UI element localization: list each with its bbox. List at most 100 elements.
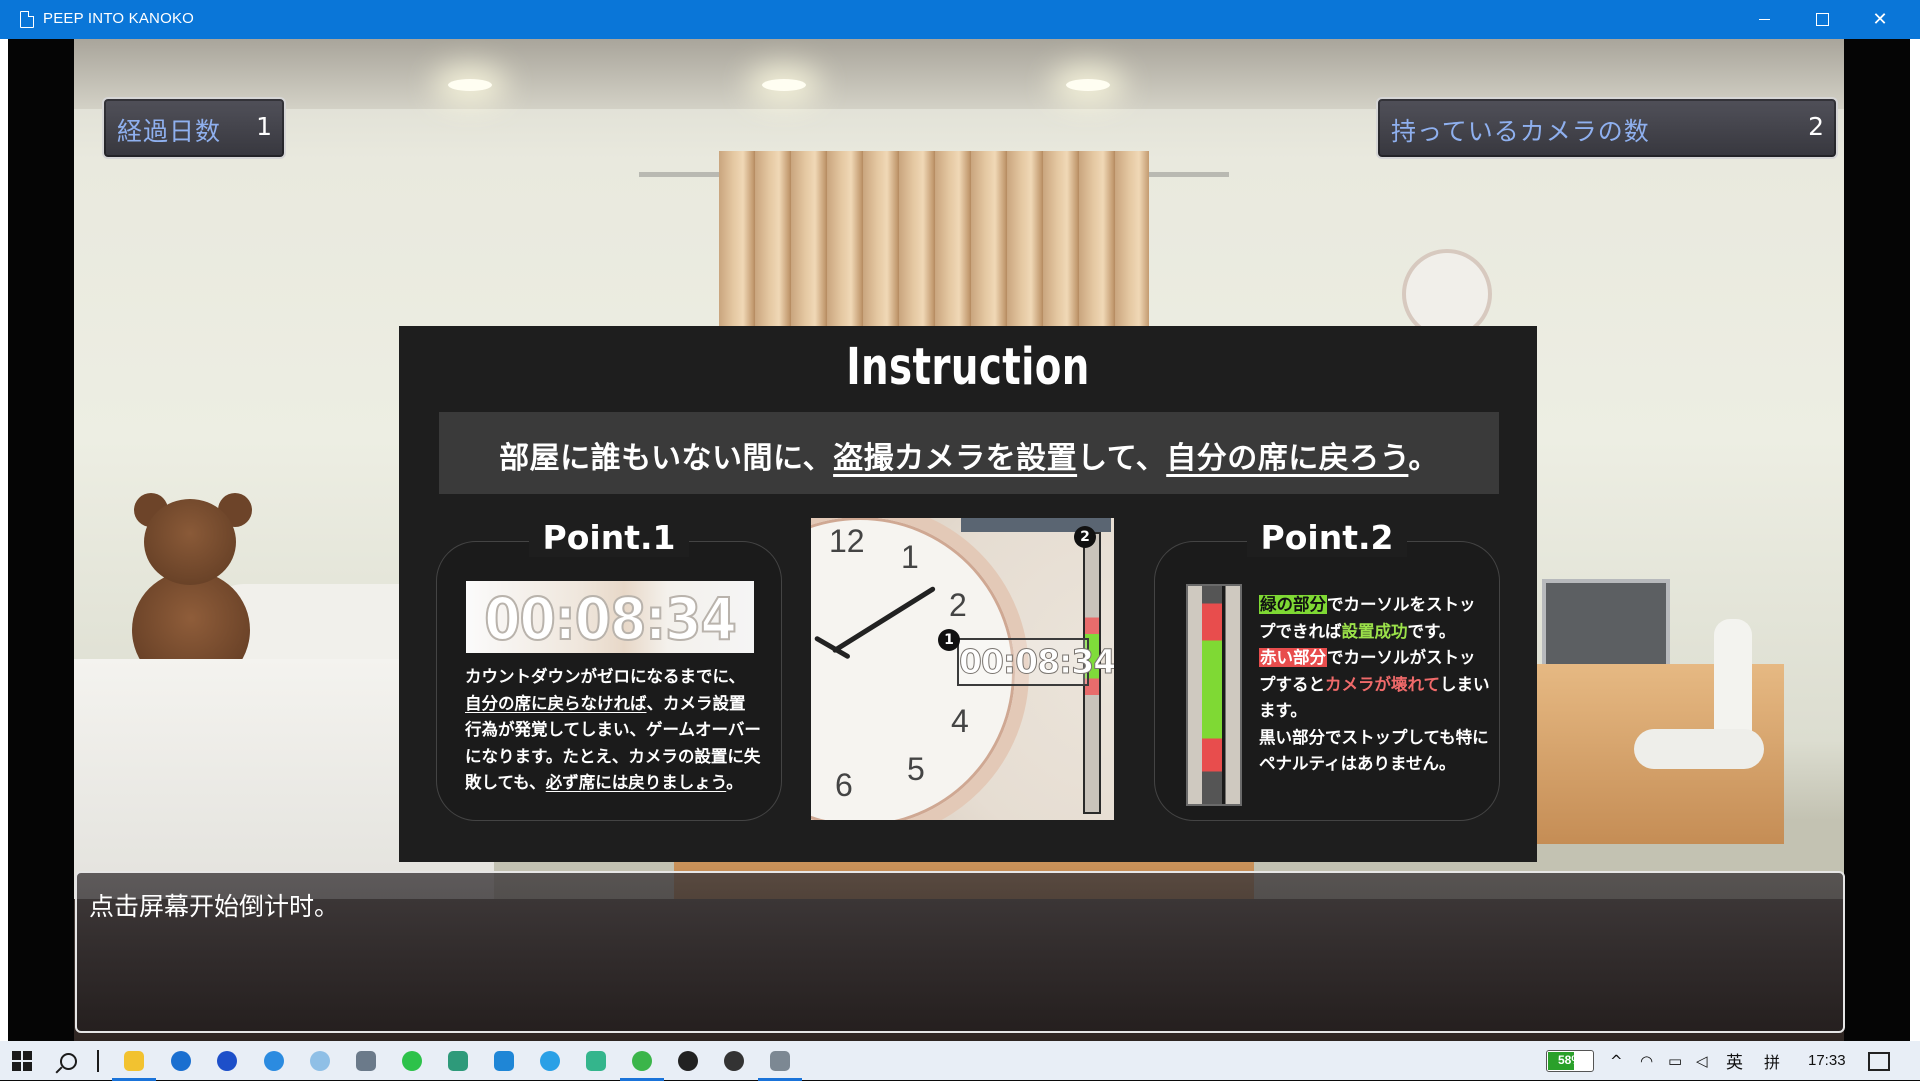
- countdown-digits: 00:08:34: [483, 584, 738, 654]
- battery-indicator[interactable]: 58%: [1546, 1050, 1594, 1072]
- banner-underline-camera: 盗撮カメラを設置: [833, 441, 1078, 476]
- minimize-button[interactable]: [1735, 0, 1793, 39]
- point2-heading: Point.2: [1155, 518, 1499, 557]
- banner-mid: して、: [1077, 441, 1167, 476]
- game-icon: [770, 1051, 790, 1071]
- elapsed-days-value: 1: [256, 112, 272, 141]
- background-window-strip: [1910, 39, 1920, 1041]
- taskbar-app-fourteen[interactable]: [720, 1047, 748, 1075]
- green-tag: 緑の部分: [1259, 595, 1327, 614]
- point2-card: Point.2 緑の部分でカーソルをストップできれば設置成功です。 赤い部分でカー…: [1154, 518, 1500, 821]
- taskbar-app-qq[interactable]: [674, 1047, 702, 1075]
- point2-description: 緑の部分でカーソルをストップできれば設置成功です。 赤い部分でカーソルがストップす…: [1259, 592, 1491, 778]
- point2-line2: です。: [1407, 621, 1456, 641]
- qq-icon: [678, 1051, 698, 1071]
- close-button[interactable]: ✕: [1851, 0, 1909, 39]
- taskbar-app-browser[interactable]: [260, 1047, 288, 1075]
- clock-number: 6: [835, 767, 853, 803]
- window-title: PEEP INTO KANOKO: [43, 10, 195, 27]
- banner-text: 部屋に誰もいない間に、盗撮カメラを設置して、自分の席に戻ろう。: [439, 433, 1499, 477]
- success-text: 設置成功: [1341, 621, 1408, 641]
- example-countdown-digits: 00:08:34: [959, 642, 1115, 682]
- point1-card: Point.1 00:08:34 カウントダウンがゼロになるまでに、自分の席に戻…: [436, 518, 782, 821]
- point1-text-c: 。: [726, 773, 743, 792]
- taskbar: 58% ^ ◠ ▭ ◁ 英 拼 17:33: [0, 1041, 1920, 1081]
- clock-number: 2: [949, 587, 967, 623]
- clock-minute-hand: [831, 585, 937, 654]
- point1-text-underline1: 自分の席に戻らなければ: [465, 693, 647, 713]
- k-app-icon: [171, 1051, 191, 1071]
- taskbar-app-game[interactable]: [758, 1047, 802, 1081]
- taskbar-app-l[interactable]: [213, 1047, 241, 1075]
- marker-2: 2: [1074, 526, 1096, 548]
- timing-gauge: [1186, 584, 1242, 806]
- taskbar-app-nine[interactable]: [490, 1047, 518, 1075]
- taskbar-app-ie[interactable]: [536, 1047, 564, 1075]
- ceiling-light: [762, 79, 806, 91]
- instruction-title: Instruction: [846, 338, 1090, 397]
- point1-description: カウントダウンがゼロになるまでに、自分の席に戻らなければ、カメラ設置行為が発覚し…: [465, 664, 761, 797]
- volume-icon[interactable]: ◁: [1696, 1041, 1708, 1080]
- clock-time[interactable]: 17:33: [1808, 1041, 1846, 1080]
- ime-language[interactable]: 英: [1726, 1041, 1743, 1080]
- start-button[interactable]: [8, 1047, 36, 1075]
- taskbar-app-wechat[interactable]: [398, 1047, 426, 1075]
- camera-count-label: 持っているカメラの数: [1391, 117, 1650, 146]
- power-icon[interactable]: ▭: [1668, 1041, 1682, 1080]
- app-icon: [448, 1051, 468, 1071]
- bear-head: [144, 499, 236, 585]
- search-icon: [59, 1052, 77, 1070]
- search-button[interactable]: [54, 1047, 82, 1075]
- taskbar-app-browser-green[interactable]: [620, 1047, 664, 1081]
- app-icon: [586, 1051, 606, 1071]
- banner-underline-seat: 自分の席に戻ろう: [1166, 441, 1409, 476]
- browser-icon: [264, 1051, 284, 1071]
- app-icon: [724, 1051, 744, 1071]
- taskbar-app-k[interactable]: [167, 1047, 195, 1075]
- taskbar-app-eight[interactable]: [444, 1047, 472, 1075]
- title-bar: PEEP INTO KANOKO ✕: [0, 0, 1920, 39]
- tray-overflow-icon[interactable]: ^: [1610, 1041, 1623, 1080]
- point2-heading-text: Point.2: [1246, 518, 1408, 557]
- background-window-strip: [0, 39, 8, 1041]
- game-screen[interactable]: 経過日数 1 持っているカメラの数 2 Instruction 部屋に誰もいない…: [8, 39, 1910, 1041]
- point1-text-a: カウントダウンがゼロになるまでに、: [465, 667, 746, 686]
- countdown-example: 00:08:34: [466, 581, 754, 654]
- clock-number: 5: [907, 751, 925, 787]
- maximize-button[interactable]: [1793, 0, 1851, 39]
- ceiling-light: [448, 79, 492, 91]
- taskbar-app-six[interactable]: [352, 1047, 380, 1075]
- green-browser-icon: [632, 1051, 652, 1071]
- battery-percent: 58%: [1557, 1053, 1583, 1067]
- l-app-icon: [217, 1051, 237, 1071]
- instruction-banner: 部屋に誰もいない間に、盗撮カメラを設置して、自分の席に戻ろう。: [439, 412, 1499, 494]
- minimize-icon: [1758, 19, 1770, 20]
- message-text: 点击屏幕开始倒计时。: [89, 892, 340, 921]
- close-icon: ✕: [1872, 8, 1888, 30]
- clock-number: 1: [901, 539, 919, 575]
- app-icon: [494, 1051, 514, 1071]
- message-window[interactable]: 点击屏幕开始倒计时。: [75, 871, 1845, 1033]
- taskbar-app-eleven[interactable]: [582, 1047, 610, 1075]
- point1-heading-text: Point.1: [528, 518, 690, 557]
- notification-icon[interactable]: [1868, 1052, 1890, 1071]
- ime-mode[interactable]: 拼: [1764, 1041, 1780, 1080]
- clock-number: 4: [951, 703, 969, 739]
- camera-count-value: 2: [1808, 112, 1824, 141]
- marker-1: 1: [938, 629, 960, 651]
- elapsed-days-box: 経過日数 1: [102, 97, 286, 159]
- taskbar-app-network[interactable]: [306, 1047, 334, 1075]
- wechat-icon: [402, 1051, 422, 1071]
- task-view-button[interactable]: [84, 1047, 112, 1075]
- ie-icon: [540, 1051, 560, 1071]
- network-app-icon: [310, 1051, 330, 1071]
- taskbar-app-file-explorer[interactable]: [112, 1047, 156, 1081]
- wifi-icon[interactable]: ◠: [1640, 1041, 1653, 1080]
- windows-icon: [12, 1051, 32, 1071]
- red-tag: 赤い部分: [1259, 648, 1327, 667]
- banner-pre: 部屋に誰もいない間に、: [499, 441, 834, 476]
- instruction-panel: Instruction 部屋に誰もいない間に、盗撮カメラを設置して、自分の席に戻…: [399, 326, 1537, 862]
- point2-line5: 黒い部分でストップしても特にペナルティはありません。: [1259, 727, 1489, 774]
- point1-heading: Point.1: [437, 518, 781, 557]
- ceiling-light: [1066, 79, 1110, 91]
